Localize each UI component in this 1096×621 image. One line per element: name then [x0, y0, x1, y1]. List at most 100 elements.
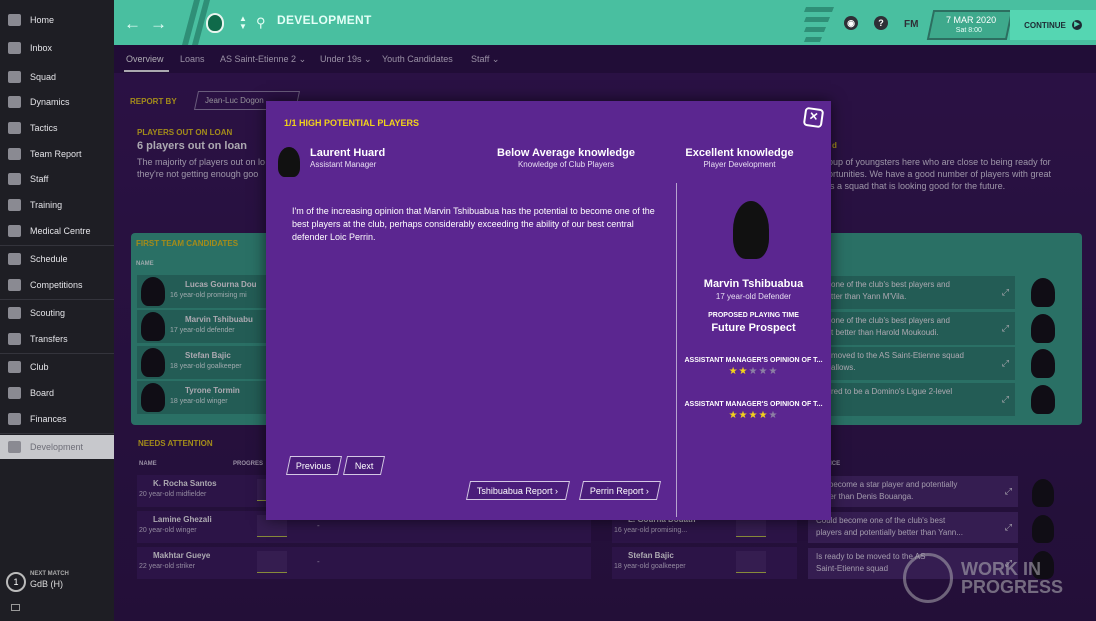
nav-transfers[interactable]: Transfers	[0, 327, 114, 351]
previous-button[interactable]: Previous	[285, 456, 343, 475]
nav-competitions[interactable]: Competitions	[0, 273, 114, 297]
nav-label: Medical Centre	[30, 226, 91, 236]
date-box[interactable]: 7 MAR 2020 Sat 8:00	[926, 10, 1014, 40]
high-potential-players-dialog: 1/1 HIGH POTENTIAL PLAYERS ✕ Laurent Hua…	[266, 101, 831, 520]
nav-scouting[interactable]: Scouting	[0, 301, 114, 325]
dynamics-icon	[8, 96, 21, 108]
play-icon: ▶	[1071, 20, 1082, 30]
star-icon: ★	[738, 410, 749, 421]
nav-team-report[interactable]: Team Report	[0, 142, 114, 166]
nav-label: Team Report	[30, 149, 82, 159]
nav-development[interactable]: Development	[0, 435, 114, 459]
nav-squad[interactable]: Squad	[0, 65, 114, 89]
search-icon	[8, 307, 21, 319]
nav-label: Club	[30, 362, 49, 372]
close-icon[interactable]: ✕	[802, 106, 825, 129]
search-icon[interactable]: ⚲	[256, 15, 266, 31]
player-avatar[interactable]	[733, 201, 769, 259]
medical-icon	[8, 225, 21, 237]
star-icon: ★	[728, 410, 739, 421]
next-match-value: GdB (H)	[30, 579, 64, 589]
nav-training[interactable]: Training	[0, 193, 114, 217]
star-icon: ★	[738, 366, 749, 377]
player-report-button[interactable]: Tshibuabua Report ›	[465, 481, 571, 500]
back-arrow-icon[interactable]: ←	[124, 14, 141, 34]
divider	[0, 245, 114, 246]
nav-club[interactable]: Club	[0, 355, 114, 379]
club-badge[interactable]	[206, 13, 224, 33]
coach-role: Assistant Manager	[310, 160, 377, 169]
nav-label: Board	[30, 388, 55, 398]
nav-label: Schedule	[30, 254, 68, 264]
nav-label: Training	[30, 200, 63, 210]
training-icon	[8, 199, 21, 211]
proposed-playing-time-value: Future Prospect	[711, 322, 796, 334]
trend-icon	[8, 441, 21, 453]
nav-label: Finances	[30, 414, 67, 424]
opinion-2-label: ASSISTANT MANAGER'S OPINION OF T...	[684, 401, 823, 408]
inbox-icon	[8, 42, 21, 54]
star-icon: ★	[758, 410, 769, 421]
next-label: Next	[354, 460, 374, 471]
opinion-2-stars: ★★★★★	[676, 410, 831, 421]
nav-dynamics[interactable]: Dynamics	[0, 90, 114, 114]
star-icon: ★	[728, 366, 739, 377]
nav-label: Development	[30, 442, 84, 452]
money-icon	[8, 413, 21, 425]
proposed-playing-time-label: PROPOSED PLAYING TIME	[708, 312, 799, 319]
dialog-title: 1/1 HIGH POTENTIAL PLAYERS	[284, 118, 420, 128]
transfer-icon	[8, 333, 21, 345]
player-name[interactable]: Marvin Tshibuabua	[676, 278, 831, 290]
knowledge-2-subtitle: Player Development	[703, 160, 776, 169]
board-icon	[8, 387, 21, 399]
continue-label: CONTINUE	[1024, 20, 1066, 30]
keyboard-icon[interactable]	[11, 604, 20, 611]
nav-schedule[interactable]: Schedule	[0, 247, 114, 271]
sidebar: Home Inbox Squad Dynamics Tactics Team R…	[0, 0, 114, 621]
nav-label: Squad	[30, 72, 57, 82]
clock-icon: 1	[6, 572, 26, 592]
nav-staff[interactable]: Staff	[0, 167, 114, 191]
divider	[0, 353, 114, 354]
squad-icon	[8, 71, 21, 83]
divider	[0, 433, 114, 434]
fm-logo[interactable]: FM	[904, 19, 918, 30]
report-icon	[8, 148, 21, 160]
nav-label: Dynamics	[30, 97, 70, 107]
perrin-report-button[interactable]: Perrin Report ›	[578, 481, 662, 500]
star-icon: ★	[748, 366, 759, 377]
next-button[interactable]: Next	[342, 456, 386, 475]
staff-icon	[8, 173, 21, 185]
previous-label: Previous	[296, 460, 332, 471]
coach-name[interactable]: Laurent Huard	[310, 147, 385, 159]
continue-button[interactable]: CONTINUE ▶	[1010, 10, 1096, 40]
next-match-label: NEXT MATCH	[30, 571, 69, 577]
next-match[interactable]: 1 NEXT MATCH GdB (H)	[4, 570, 112, 594]
nav-finances[interactable]: Finances	[0, 407, 114, 431]
star-icon: ★	[758, 366, 769, 377]
updown-icon[interactable]: ▲ ▼	[239, 15, 247, 31]
help-icon[interactable]: ?	[874, 16, 888, 30]
page-title: DEVELOPMENT	[277, 13, 372, 27]
header-stripes	[182, 0, 210, 45]
nav-medical-centre[interactable]: Medical Centre	[0, 219, 114, 243]
nav-label: Staff	[30, 174, 49, 184]
forward-arrow-icon[interactable]: →	[150, 14, 167, 34]
nav-home[interactable]: Home	[0, 8, 114, 32]
shield-icon	[8, 361, 21, 373]
knowledge-1-title: Below Average knowledge	[497, 147, 635, 159]
nav-label: Scouting	[30, 308, 66, 318]
nav-tactics[interactable]: Tactics	[0, 116, 114, 140]
knowledge-2-title: Excellent knowledge	[685, 147, 794, 159]
nav-inbox[interactable]: Inbox	[0, 36, 114, 60]
nav-label: Home	[30, 15, 55, 25]
star-icon: ★	[748, 410, 759, 421]
star-icon: ★	[768, 410, 779, 421]
tactics-icon	[8, 122, 21, 134]
nav-board[interactable]: Board	[0, 381, 114, 405]
nav-label: Transfers	[30, 334, 68, 344]
trophy-icon	[8, 279, 21, 291]
calendar-icon	[8, 253, 21, 265]
divider	[676, 183, 677, 517]
trophy-icon[interactable]: ◉	[844, 16, 858, 30]
